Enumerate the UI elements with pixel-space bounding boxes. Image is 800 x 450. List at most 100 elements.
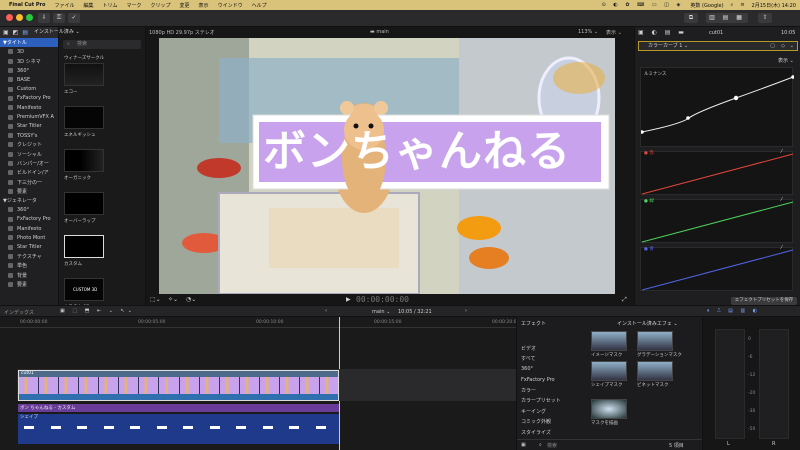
sidebar-item[interactable]: 360° [0,205,58,214]
effect-menu-icon[interactable]: ⌄ [790,42,794,50]
layout-icon[interactable]: ▥ ▤ ▦ [706,13,748,23]
title-thumbnail[interactable] [64,106,104,129]
effect-thumbnail[interactable] [637,331,673,351]
save-preset-button[interactable]: エフェクトプリセットを保存 [731,297,797,305]
sidebar-item[interactable]: ビルドイン/ア [0,168,58,177]
minimize-button[interactable] [16,14,23,21]
library-icon[interactable]: ▣ [3,29,9,36]
effect-keyframe-icon[interactable]: ◇ [781,42,785,50]
sidebar-item[interactable]: Manifesto [0,224,58,233]
effect-thumbnail[interactable] [637,361,673,381]
luma-curve[interactable]: ルミナンス [640,67,794,147]
channel-curve[interactable]: ● 緑 ⁄ [640,197,794,243]
keyframe-marker[interactable] [130,426,140,429]
effects-category[interactable]: スタイライズ [517,427,587,438]
sidebar-item[interactable]: PremiumVFX A [0,112,58,121]
menu-file[interactable]: ファイル [54,2,74,9]
sidebar-item[interactable]: 下三分の一 [0,177,58,186]
sidebar-item[interactable]: 要素 [0,280,58,289]
video-clip[interactable]: cut01 [18,370,339,401]
keyframe-marker[interactable] [156,426,167,429]
effect-thumbnail[interactable] [591,331,627,351]
keyframe-marker[interactable] [24,426,34,429]
effects-category[interactable]: カラー [517,385,587,396]
sidebar-item[interactable]: Manifesto [0,103,58,112]
sidebar-item[interactable]: Photo Mont [0,233,58,242]
eyedropper-icon[interactable]: ⁄ [781,197,782,203]
share-icon[interactable]: ⇧ [758,13,772,23]
effects-category[interactable]: すべて [517,354,587,365]
input-source[interactable]: 英数 (Google) [690,2,723,9]
effects-category[interactable]: 360° [517,364,587,375]
search-icon[interactable]: ⌕ [731,2,734,8]
title-thumbnail[interactable] [64,192,104,215]
keyword-key-icon[interactable]: ⚿ [53,13,65,23]
sidebar-item[interactable]: 背景 [0,270,58,279]
control-center-icon[interactable]: ≡ [740,2,744,8]
zoom-button[interactable] [26,14,33,21]
inspector-view-menu[interactable]: 表示 ⌄ [778,57,794,64]
workspace-icon[interactable]: ⧉ [684,13,698,23]
sidebar-item[interactable]: FxFactory Pro [0,94,58,103]
sidebar-item[interactable]: TOSSY's [0,131,58,140]
append-tools[interactable]: ▣ ⬚ ⬒ ⇤ ⌄ ↖⌄ [60,308,135,314]
title-thumbnail[interactable] [64,235,104,258]
menu-edit[interactable]: 編集 [83,2,93,9]
timeline-right-tools[interactable]: ⏸ ⎍ ▤ ▥ ◐ [707,308,760,314]
shape-clip[interactable]: シェイプ [18,414,339,444]
effects-category[interactable]: コミック外観 [517,417,587,428]
timeline[interactable]: 00:00:00:00 00:00:05:00 00:00:10:00 00:00:1… [0,317,519,450]
menu-view[interactable]: 表示 [199,2,209,9]
sidebar-item[interactable]: 単色 [0,261,58,270]
sidebar-item[interactable]: 3D [0,47,58,56]
transform-icon[interactable]: ⬚⌄ [150,296,161,303]
sidebar-item[interactable]: テクスチャ [0,252,58,261]
fullscreen-icon[interactable]: ⤢ [622,296,627,304]
sidebar-item[interactable]: ▼ タイトル [0,38,58,48]
sidebar-item[interactable]: ソーシャル [0,150,58,159]
sidebar-item[interactable]: BASE [0,75,58,84]
sidebar-item[interactable]: Custom [0,84,58,93]
close-button[interactable] [6,14,13,21]
keyframe-marker[interactable] [262,426,273,429]
channel-curve[interactable]: ● 赤 ⁄ [640,149,794,195]
photos-icon[interactable]: ◩ [13,29,19,36]
back-arrow-icon[interactable]: ‹ [325,308,327,314]
enhance-icon[interactable]: ✧⌄ [168,296,178,303]
menu-clip[interactable]: クリップ [151,2,171,9]
sidebar-item[interactable]: Star Titler [0,122,58,131]
effects-search-input[interactable]: 検索 [547,442,557,449]
effects-installed-menu[interactable]: インストール済みエフェ ⌄ [617,320,678,327]
menu-modify[interactable]: 変更 [180,2,190,9]
keyframe-marker[interactable] [209,426,220,429]
forward-arrow-icon[interactable]: › [465,308,467,314]
effect-reset-icon[interactable]: ▢ [770,42,775,50]
clock[interactable]: 2月15日(木) 14:20 [752,2,796,9]
menu-help[interactable]: ヘルプ [252,2,267,9]
title-thumbnail[interactable]: CUSTOM 3D [64,278,104,301]
sidebar-item[interactable]: 要素 [0,187,58,196]
sidebar-item[interactable]: バンパー/オー [0,159,58,168]
title-clip[interactable]: ボン ちゃんねる - カスタム [18,404,339,412]
effect-selector[interactable]: カラーカーブ 1 ⌄ ▢ ◇ ⌄ [638,41,798,51]
channel-curve[interactable]: ● 青 ⁄ [640,245,794,291]
effects-category[interactable]: FxFactory Pro [517,375,587,386]
viewer-view-menu[interactable]: 表示 ⌄ [606,29,622,36]
sidebar-item[interactable]: ▼ ジェネレータ [0,196,58,205]
keyframe-marker[interactable] [183,426,193,429]
sidebar-item[interactable]: クレジット [0,140,58,149]
titles-icon[interactable]: ▤ [22,29,28,36]
menu-mark[interactable]: マーク [127,2,142,9]
keyframe-marker[interactable] [77,426,87,429]
menu-window[interactable]: ウインドウ [218,2,243,9]
timeline-project[interactable]: main ⌄ [372,309,390,315]
effect-thumbnail[interactable] [591,399,627,419]
effects-category[interactable]: カラープリセット [517,396,587,407]
play-icon[interactable]: ▶ [346,296,351,303]
effects-category[interactable]: ビデオ [517,343,587,354]
browser-search[interactable]: ⌕ 検索 [63,40,141,49]
background-task-check-icon[interactable]: ✓ [68,13,80,23]
video-frame[interactable]: ボンちゃんねる [159,38,615,294]
eyedropper-icon[interactable]: ⁄ [781,245,782,251]
keyframe-marker[interactable] [50,426,61,429]
